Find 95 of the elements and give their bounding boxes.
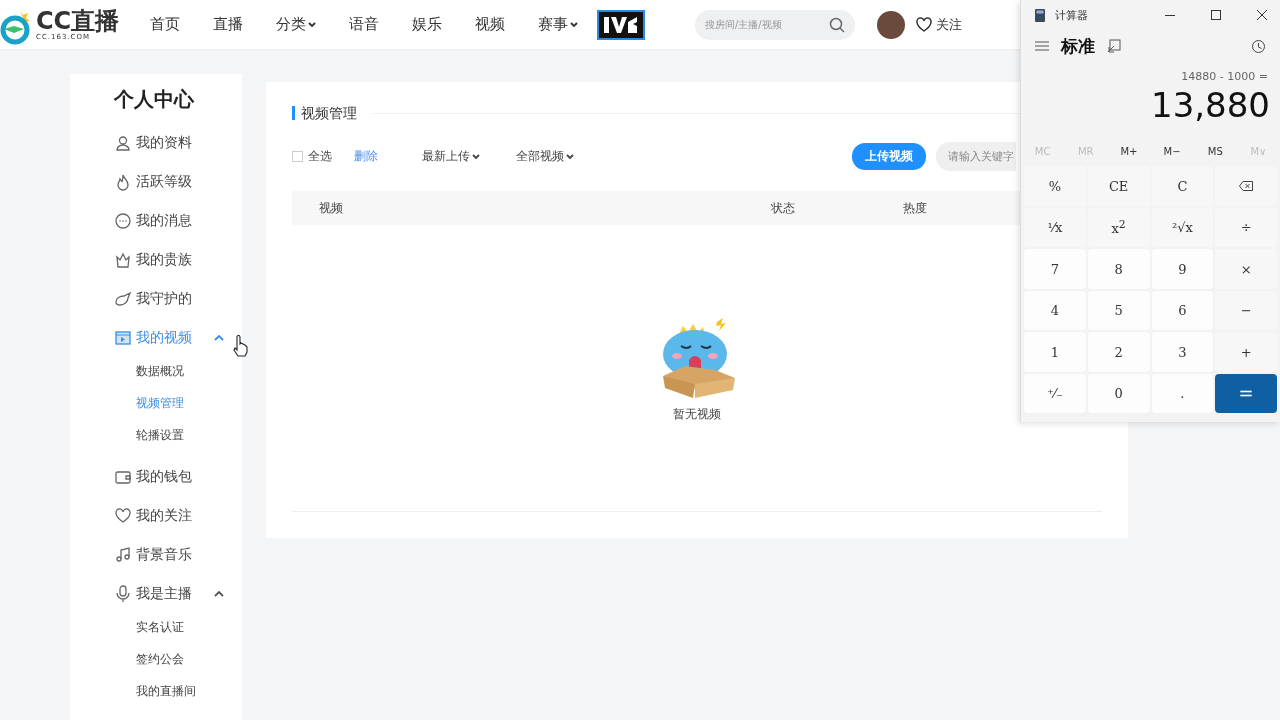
- operator-key[interactable]: −: [1215, 290, 1277, 331]
- music-note-icon: [114, 545, 132, 564]
- sidebar-item[interactable]: 我的钱包: [114, 457, 242, 496]
- follow-link[interactable]: 关注: [915, 15, 962, 34]
- operator-key[interactable]: %: [1024, 166, 1086, 206]
- keep-on-top-button[interactable]: [1107, 39, 1121, 53]
- search-field[interactable]: 搜房间/主播/视频: [695, 9, 855, 40]
- sidebar-item[interactable]: 背景音乐: [114, 535, 242, 574]
- sidebar-subitem[interactable]: 数据概况: [114, 355, 242, 387]
- nav-link[interactable]: 赛事: [538, 15, 578, 34]
- nav-link[interactable]: 娱乐: [412, 15, 442, 34]
- flame-icon: [114, 172, 132, 191]
- video-icon: [114, 328, 132, 347]
- filter-dropdown[interactable]: 最新上传: [422, 148, 480, 165]
- heart-icon: [915, 16, 933, 33]
- equals-button[interactable]: =: [1215, 373, 1277, 414]
- keep-on-top-icon: [1107, 39, 1121, 53]
- avatar[interactable]: [877, 10, 905, 39]
- section-title: 视频管理: [292, 106, 357, 120]
- filter-dropdown[interactable]: 全部视频: [516, 148, 574, 165]
- digit-key[interactable]: 2: [1087, 332, 1150, 372]
- chevron-down-icon: [472, 153, 480, 160]
- menu-icon: [1035, 41, 1049, 51]
- history-icon: [1251, 38, 1266, 54]
- sidebar-subitem[interactable]: 签约公会: [114, 643, 242, 675]
- memory-button[interactable]: M+: [1107, 144, 1151, 158]
- operator-key[interactable]: x$^{2}$: [1087, 207, 1150, 248]
- window-title: 计算器: [1055, 7, 1089, 23]
- sidebar-item[interactable]: 我的资料: [114, 123, 242, 162]
- digit-key[interactable]: 5: [1087, 290, 1150, 331]
- maximize-icon: [1211, 10, 1221, 20]
- digit-key[interactable]: ⁺⁄₋: [1024, 373, 1086, 414]
- digit-key[interactable]: 0: [1087, 373, 1150, 414]
- empty-state-text: 暂无视频: [673, 405, 721, 423]
- chevron-down-icon: [566, 153, 574, 160]
- operator-key[interactable]: C: [1151, 166, 1214, 206]
- backspace-icon: [1239, 181, 1254, 192]
- calculator-icon: [1035, 8, 1045, 22]
- history-button[interactable]: [1251, 38, 1266, 54]
- nav-link[interactable]: 视频: [475, 15, 505, 34]
- chat-bubble-icon: [114, 211, 132, 230]
- chevron-up-icon[interactable]: [214, 590, 224, 597]
- sidebar-subitem[interactable]: 我的直播间: [114, 675, 242, 707]
- select-all-label: 全选: [308, 148, 332, 165]
- select-all-checkbox[interactable]: [292, 151, 303, 162]
- operator-key[interactable]: ÷: [1215, 207, 1277, 248]
- memory-button[interactable]: M−: [1150, 144, 1194, 158]
- digit-key[interactable]: 4: [1024, 290, 1086, 331]
- keyword-search-field[interactable]: 请输入关键字: [936, 142, 1016, 171]
- mode-title: 标准: [1061, 34, 1095, 58]
- column-header: 热度: [903, 199, 928, 217]
- operator-key[interactable]: ¹⁄x: [1024, 207, 1086, 248]
- memory-button[interactable]: MS: [1193, 144, 1237, 158]
- nav-link[interactable]: 语音: [349, 15, 379, 34]
- minimize-icon: [1165, 14, 1175, 16]
- person-icon: [114, 133, 132, 152]
- operator-key[interactable]: +: [1215, 332, 1277, 372]
- digit-key[interactable]: .: [1151, 373, 1214, 414]
- column-header: 视频: [319, 199, 344, 217]
- wing-icon: [114, 289, 132, 308]
- sidebar-item[interactable]: 我的消息: [114, 201, 242, 240]
- heart-icon: [114, 506, 132, 525]
- sidebar-item[interactable]: 我是主播: [114, 574, 242, 613]
- chevron-down-icon: [308, 21, 316, 28]
- column-header: 状态: [771, 199, 796, 217]
- digit-key[interactable]: 1: [1024, 332, 1086, 372]
- logo-text: CC直播: [36, 8, 120, 33]
- chevron-down-icon: [570, 21, 578, 28]
- sidebar-subitem[interactable]: 实名认证: [114, 611, 242, 643]
- operator-key[interactable]: ×: [1215, 249, 1277, 289]
- sidebar-item[interactable]: 我的关注: [114, 496, 242, 535]
- result-display: 13,880: [1150, 84, 1271, 125]
- nav-link[interactable]: 分类: [276, 15, 316, 34]
- nav-link[interactable]: 直播: [213, 15, 243, 34]
- event-logo-icon[interactable]: [597, 9, 645, 40]
- sidebar-item[interactable]: 我的贵族: [114, 240, 242, 279]
- delete-link[interactable]: 删除: [354, 148, 378, 165]
- sidebar-subitem[interactable]: 轮播设置: [114, 419, 242, 451]
- search-icon[interactable]: [829, 16, 845, 33]
- close-icon: [1257, 10, 1267, 20]
- digit-key[interactable]: 8: [1087, 249, 1150, 289]
- expression-text: 14880 - 1000 =: [1180, 69, 1269, 83]
- chevron-up-icon[interactable]: [214, 334, 224, 341]
- operator-key[interactable]: ²√x: [1151, 207, 1214, 248]
- sidebar-item[interactable]: 活跃等级: [114, 162, 242, 201]
- microphone-icon: [114, 584, 132, 603]
- digit-key[interactable]: 7: [1024, 249, 1086, 289]
- sidebar-item[interactable]: 我守护的: [114, 279, 242, 318]
- digit-key[interactable]: 3: [1151, 332, 1214, 372]
- nav-link[interactable]: 首页: [150, 15, 180, 34]
- digit-key[interactable]: 9: [1151, 249, 1214, 289]
- sidebar-subitem[interactable]: 视频管理: [114, 387, 242, 419]
- digit-key[interactable]: 6: [1151, 290, 1214, 331]
- sidebar-title: 个人中心: [114, 86, 195, 113]
- operator-key[interactable]: CE: [1087, 166, 1150, 206]
